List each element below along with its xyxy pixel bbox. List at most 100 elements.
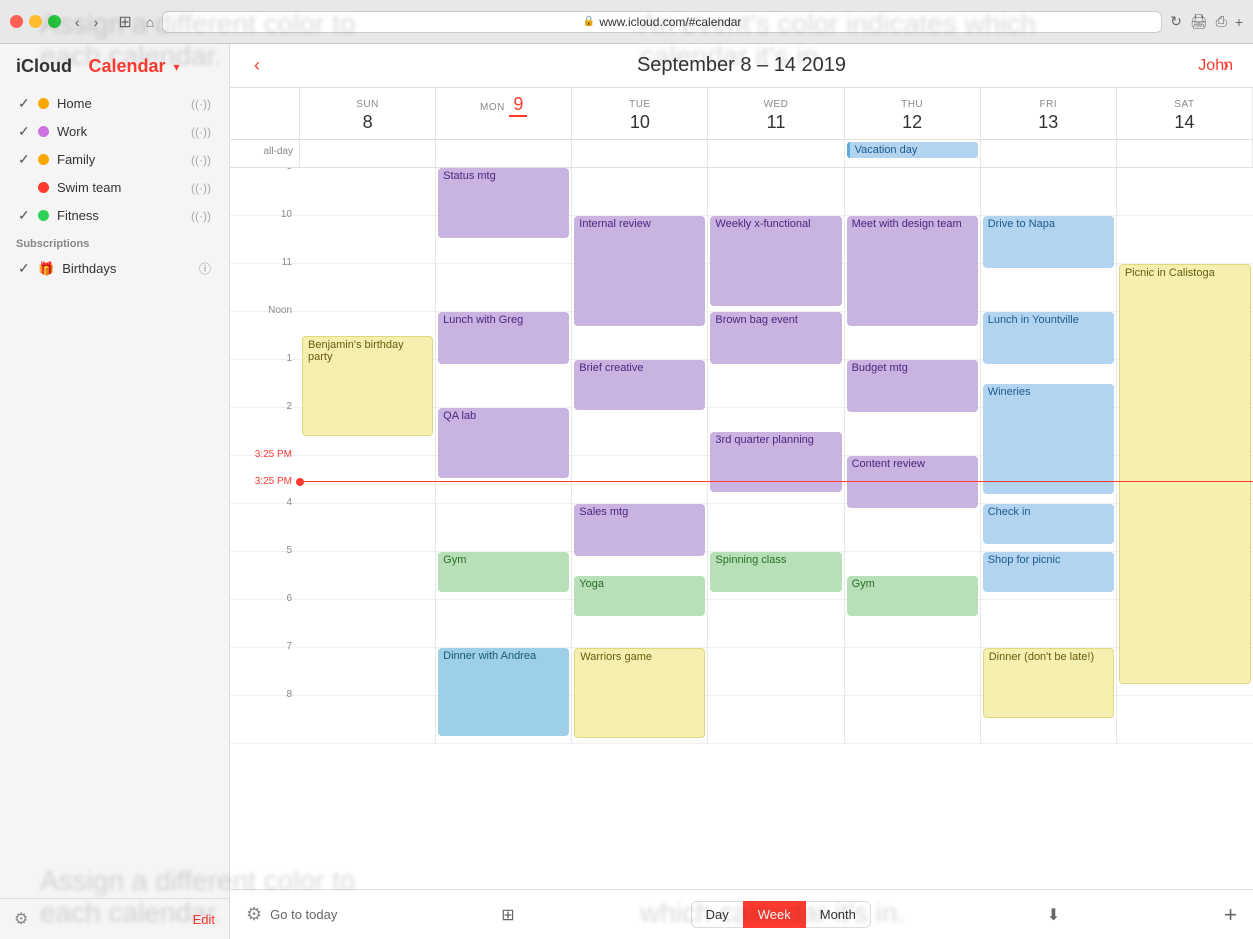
event-shop-picnic[interactable]: Shop for picnic [983,552,1114,592]
sidebar-item-fitness[interactable]: ✓ Fitness ((·)) [6,202,223,229]
day-header-wed[interactable]: WED 11 [708,88,844,139]
day-view-button[interactable]: Day [691,901,743,928]
close-button[interactable] [10,15,23,28]
settings-icon[interactable]: ⚙ [14,909,28,929]
event-lunch-yountville[interactable]: Lunch in Yountville [983,312,1114,364]
hour-th0 [845,168,980,216]
sidebar-item-birthdays[interactable]: ✓ 🎁 Birthdays ⓘ [6,255,223,282]
event-yoga[interactable]: Yoga [574,576,705,616]
event-3rd-quarter[interactable]: 3rd quarter planning [710,432,841,492]
time-label-6: 6 [286,593,292,604]
event-benjamins-birthday[interactable]: Benjamin's birthday party [302,336,433,436]
month-view-button[interactable]: Month [806,901,871,928]
event-spinning[interactable]: Spinning class [710,552,841,592]
day-name-sun: SUN [356,99,379,110]
event-sales-mtg[interactable]: Sales mtg [574,504,705,556]
day-headers: SUN 8 MON 9 TUE 10 WED 11 [230,88,1253,140]
event-lunch-greg[interactable]: Lunch with Greg [438,312,569,364]
edit-button[interactable]: Edit [193,912,215,927]
event-content-review[interactable]: Content review [847,456,978,508]
grid-view-button[interactable]: ⊞ [501,905,514,925]
goto-today-button[interactable]: Go to today [270,907,337,922]
maximize-button[interactable] [48,15,61,28]
app-container: iCloud Calendar ▾ ✓ Home ((·)) ✓ Work ((… [0,44,1253,939]
hour-w10 [708,648,843,696]
settings-icon-bottom[interactable]: ⚙ [246,904,262,925]
dot-swim-team [38,182,49,193]
view-switcher: Day Week Month [691,901,871,928]
back-button[interactable]: ‹ [69,12,86,32]
share-button[interactable]: ⎙ [1216,13,1227,30]
lock-icon: 🔒 [583,16,595,27]
hour-th7 [845,504,980,552]
add-tab-button[interactable]: + [1235,14,1243,30]
add-event-button[interactable]: + [1224,902,1237,928]
minimize-button[interactable] [29,15,42,28]
url-bar[interactable]: 🔒 www.icloud.com/#calendar [162,11,1162,33]
dot-family [38,154,49,165]
hour-w11 [708,696,843,744]
day-num-fri: 13 [983,112,1114,133]
calendar-header: ‹ September 8 – 14 2019 › John [230,44,1253,88]
day-header-tue[interactable]: TUE 10 [572,88,708,139]
vacation-day-event[interactable]: Vacation day [847,142,978,158]
info-icon-birthdays[interactable]: ⓘ [199,260,211,277]
event-weekly-xfunc[interactable]: Weekly x-functional [710,216,841,306]
event-picnic-calistoga[interactable]: Picnic in Calistoga [1119,264,1251,684]
calendar-name-work: Work [57,124,191,139]
calendar-caret-icon[interactable]: ▾ [173,60,179,74]
sidebar-item-home[interactable]: ✓ Home ((·)) [6,90,223,117]
event-qa-lab[interactable]: QA lab [438,408,569,478]
hour-7 [300,504,435,552]
dot-work [38,126,49,137]
home-button[interactable]: ⌂ [146,14,154,30]
sidebar-item-family[interactable]: ✓ Family ((·)) [6,146,223,173]
event-dinner-andrea[interactable]: Dinner with Andrea [438,648,569,736]
day-col-sun: Benjamin's birthday party [300,168,436,744]
reload-button[interactable]: ↻ [1170,13,1182,30]
hour-th11 [845,696,980,744]
event-drive-napa[interactable]: Drive to Napa [983,216,1114,268]
sidebar-toggle-button[interactable]: ⊞ [112,10,137,34]
download-button[interactable]: ⬇ [1047,905,1060,925]
sidebar-item-work[interactable]: ✓ Work ((·)) [6,118,223,145]
time-label-noon: Noon [268,305,292,316]
event-gym-thu[interactable]: Gym [847,576,978,616]
calendar-name-fitness: Fitness [57,208,191,223]
sidebar-item-swim-team[interactable]: ✓ Swim team ((·)) [6,174,223,201]
day-header-sun[interactable]: SUN 8 [300,88,436,139]
prev-week-button[interactable]: ‹ [246,55,268,76]
bottom-toolbar: ⚙ Go to today ⊞ Day Week Month ⬇ + [230,889,1253,939]
event-check-in[interactable]: Check in [983,504,1114,544]
forward-button[interactable]: › [88,12,105,32]
hour-m7 [436,504,571,552]
event-gym-mon[interactable]: Gym [438,552,569,592]
hour-s11 [1117,696,1253,744]
time-label-7: 7 [286,641,292,652]
day-header-sat[interactable]: SAT 14 [1117,88,1253,139]
week-view-button[interactable]: Week [743,901,806,928]
time-label-3: 3:25 PM [255,449,292,460]
wifi-icon-home: ((·)) [191,97,211,111]
user-name[interactable]: John [1198,57,1233,75]
print-button[interactable]: 🖨 [1190,13,1208,30]
event-brown-bag[interactable]: Brown bag event [710,312,841,364]
event-dinner-late[interactable]: Dinner (don't be late!) [983,648,1114,718]
calendar-name-family: Family [57,152,191,167]
check-icon-home: ✓ [18,95,34,112]
event-design-team[interactable]: Meet with design team [847,216,978,326]
day-header-fri[interactable]: FRI 13 [981,88,1117,139]
event-brief-creative[interactable]: Brief creative [574,360,705,410]
event-wineries[interactable]: Wineries [983,384,1114,494]
header-spacer [230,88,300,139]
sidebar-footer: ⚙ Edit [0,898,229,939]
event-budget-mtg[interactable]: Budget mtg [847,360,978,412]
day-header-thu[interactable]: THU 12 [845,88,981,139]
day-header-mon[interactable]: MON 9 [436,88,572,139]
event-internal-review[interactable]: Internal review [574,216,705,326]
event-warriors-game[interactable]: Warriors game [574,648,705,738]
app-title-calendar: Calendar [88,56,165,77]
event-status-mtg[interactable]: Status mtg [438,168,569,238]
allday-label: all-day [230,140,300,167]
time-label-8pm: 8 [286,689,292,700]
